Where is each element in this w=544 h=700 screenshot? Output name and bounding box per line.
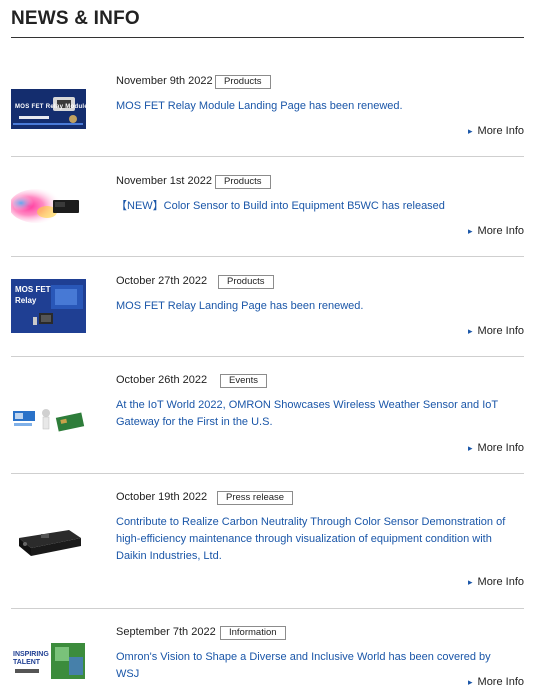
news-date: November 1st 2022 (116, 175, 212, 187)
thumbnail-image[interactable] (11, 516, 86, 560)
news-title-link[interactable]: 【NEW】Color Sensor to Build into Equipmen… (116, 198, 516, 215)
news-item: October 19th 2022 Press release Contribu… (11, 474, 524, 609)
more-info-link[interactable]: ▸ More Info (468, 676, 524, 688)
news-item: November 1st 2022 Products 【NEW】Color Se… (11, 157, 524, 257)
thumbnail-image[interactable] (11, 186, 86, 226)
news-item: October 26th 2022 Events At the IoT Worl… (11, 357, 524, 474)
category-badge: Products (218, 275, 274, 289)
news-date: October 19th 2022 (116, 491, 208, 503)
news-date: October 26th 2022 (116, 374, 208, 386)
thumbnail-caption: INSPIRING TALENT (13, 651, 49, 666)
chevron-right-icon: ▸ (468, 126, 473, 136)
news-header: NEWS & INFO (11, 8, 524, 38)
thumbnail-caption: Relay (15, 296, 37, 305)
more-info-link[interactable]: ▸ More Info (468, 125, 524, 137)
thumbnail-caption: MOS FET (15, 285, 51, 294)
header-divider (11, 37, 524, 38)
category-badge: Information (220, 626, 286, 640)
news-title-link[interactable]: At the IoT World 2022, OMRON Showcases W… (116, 397, 516, 431)
section-title: NEWS & INFO (11, 8, 140, 29)
news-date: November 9th 2022 (116, 75, 213, 87)
more-info-link[interactable]: ▸ More Info (468, 225, 524, 237)
more-info-link[interactable]: ▸ More Info (468, 325, 524, 337)
more-info-link[interactable]: ▸ More Info (468, 442, 524, 454)
news-title-link[interactable]: Contribute to Realize Carbon Neutrality … (116, 514, 516, 565)
chevron-right-icon: ▸ (468, 577, 473, 587)
news-title-link[interactable]: MOS FET Relay Module Landing Page has be… (116, 98, 516, 115)
thumbnail-caption: MOS FET Relay Module (15, 104, 89, 110)
chevron-right-icon: ▸ (468, 226, 473, 236)
news-item: MOS FET Relay October 27th 2022 Products… (11, 257, 524, 357)
more-info-link[interactable]: ▸ More Info (468, 576, 524, 588)
chevron-right-icon: ▸ (468, 677, 473, 687)
category-badge: Events (220, 374, 268, 388)
thumbnail-image[interactable]: MOS FET Relay (11, 279, 86, 333)
news-item: INSPIRING TALENT September 7th 2022 Info… (11, 609, 524, 700)
thumbnail-image[interactable] (11, 399, 86, 439)
category-badge: Press release (217, 491, 294, 505)
news-title-link[interactable]: MOS FET Relay Landing Page has been rene… (116, 298, 516, 315)
news-date: October 27th 2022 (116, 275, 208, 287)
category-badge: Products (215, 75, 271, 89)
news-date: September 7th 2022 (116, 626, 216, 638)
news-item: November 9th 2022 Products MOS FET Relay… (11, 39, 524, 157)
chevron-right-icon: ▸ (468, 326, 473, 336)
news-title-link[interactable]: Omron's Vision to Shape a Diverse and In… (116, 649, 516, 683)
category-badge: Products (215, 175, 271, 189)
thumbnail-image[interactable]: INSPIRING TALENT (11, 641, 86, 681)
chevron-right-icon: ▸ (468, 443, 473, 453)
